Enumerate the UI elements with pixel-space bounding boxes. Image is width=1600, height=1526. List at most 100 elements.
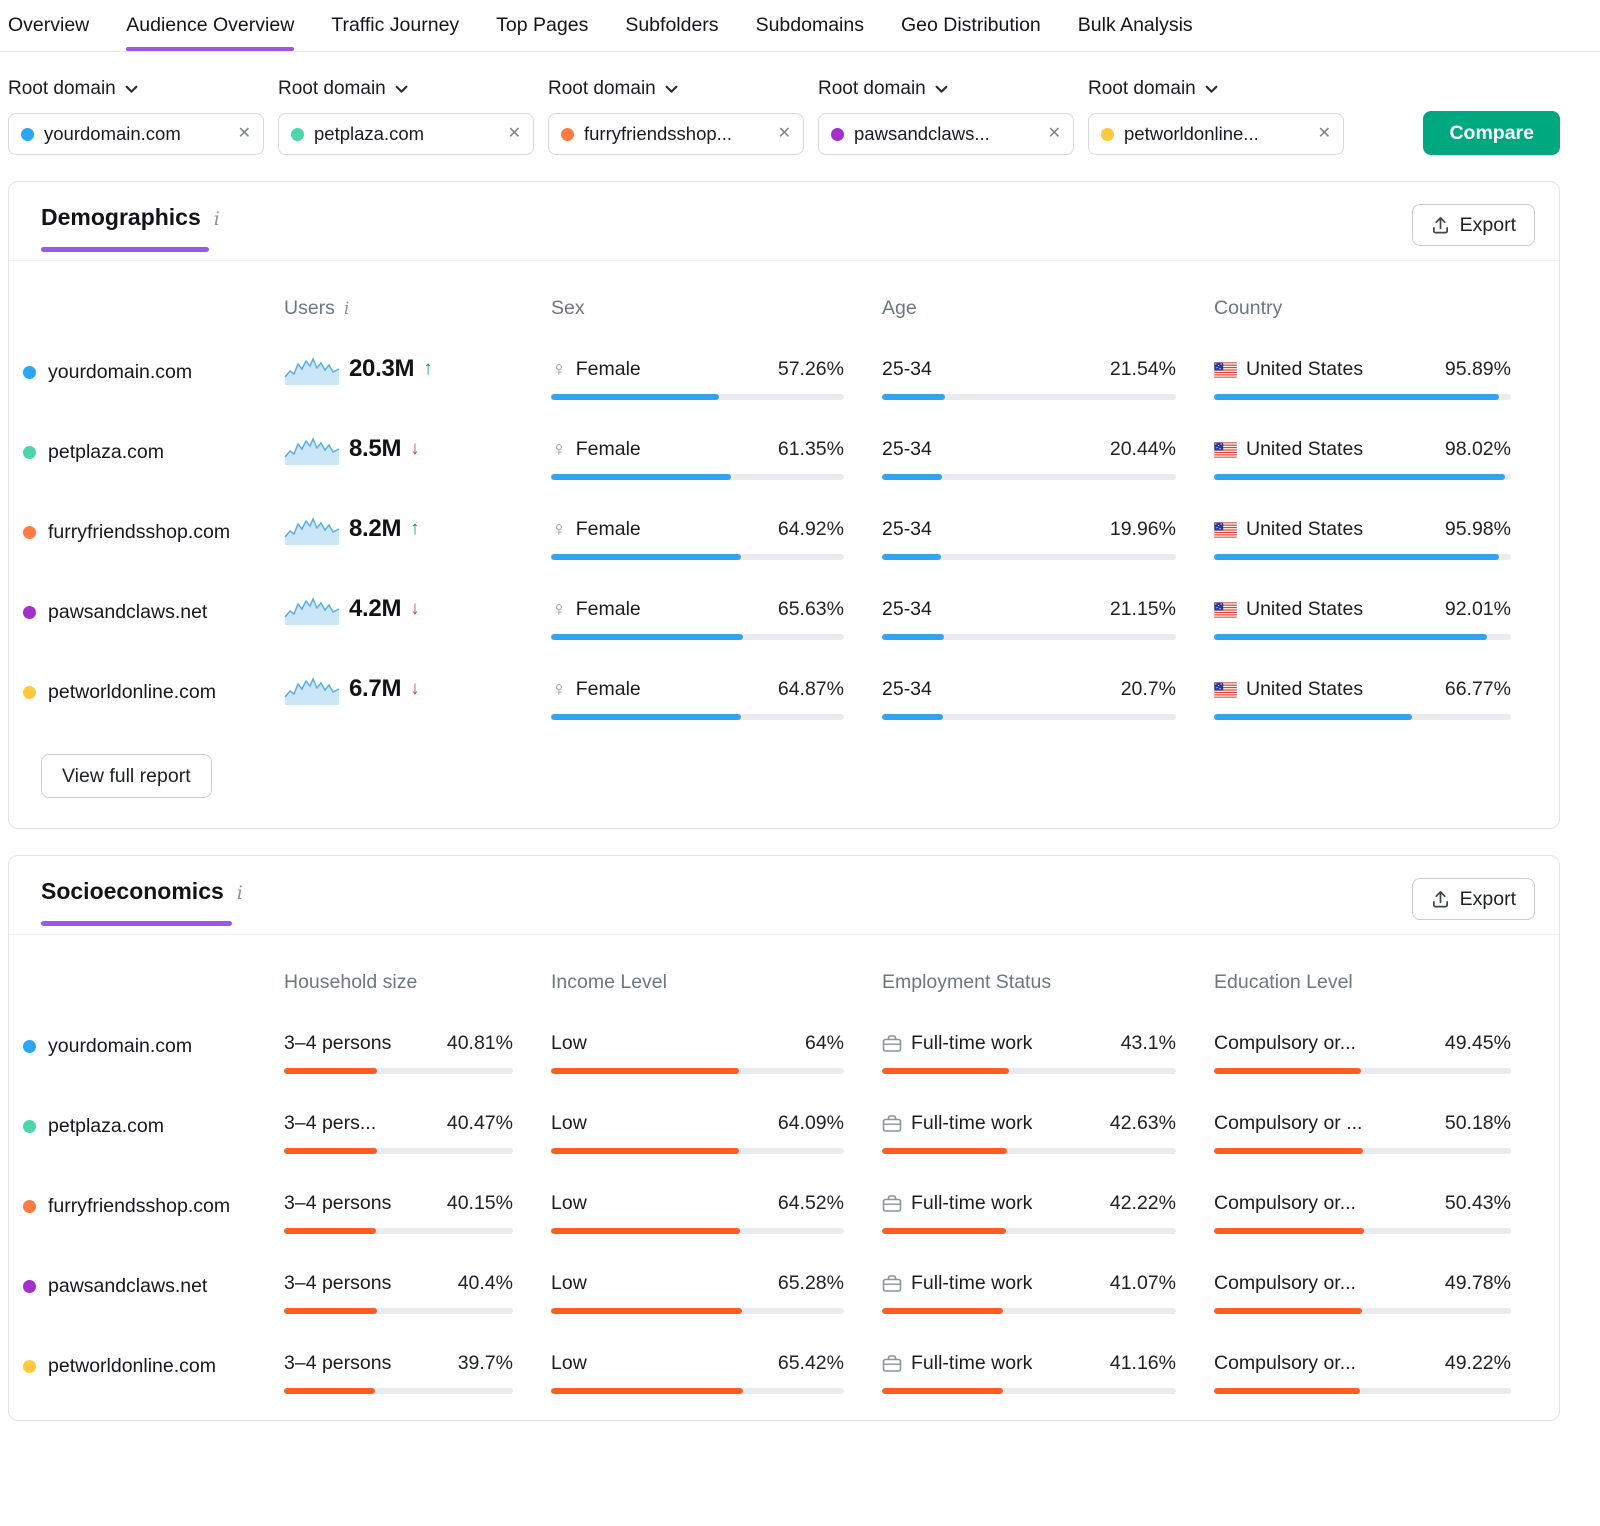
domain-chip[interactable]: pawsandclaws... ✕ xyxy=(818,113,1074,155)
users-cell: 4.2M ↓ xyxy=(284,592,551,626)
table-row: petplaza.com 3–4 pers... 40.47% Low 64.0… xyxy=(9,1112,1559,1154)
income-level-cell: Low 65.28% xyxy=(551,1272,882,1314)
employment-bar xyxy=(882,1068,1176,1074)
tab-geo-distribution[interactable]: Geo Distribution xyxy=(901,0,1041,51)
view-full-report-button[interactable]: View full report xyxy=(41,754,212,798)
info-icon[interactable]: i xyxy=(214,208,220,230)
income-value: 64.09% xyxy=(778,1112,844,1135)
domain-chip[interactable]: petworldonline... ✕ xyxy=(1088,113,1344,155)
table-row: furryfriendsshop.com 3–4 persons 40.15% … xyxy=(9,1192,1559,1234)
tab-subdomains[interactable]: Subdomains xyxy=(756,0,864,51)
education-label: Compulsory or... xyxy=(1214,1272,1356,1295)
close-icon[interactable]: ✕ xyxy=(778,126,791,142)
income-label: Low xyxy=(551,1032,587,1055)
country-cell: United States 98.02% xyxy=(1214,438,1511,480)
export-button[interactable]: Export xyxy=(1412,204,1535,246)
tab-bulk-analysis[interactable]: Bulk Analysis xyxy=(1078,0,1193,51)
household-bar xyxy=(284,1228,513,1234)
table-row: furryfriendsshop.com 8.2M ↑ ♀ Female 64.… xyxy=(9,518,1559,560)
education-bar xyxy=(1214,1308,1511,1314)
sex-label: Female xyxy=(576,438,641,461)
tab-overview[interactable]: Overview xyxy=(8,0,89,51)
domain-filter: Root domain petplaza.com ✕ xyxy=(278,78,534,155)
root-domain-dropdown[interactable]: Root domain xyxy=(278,78,534,100)
users-value: 4.2M xyxy=(349,595,401,623)
domain-color-dot xyxy=(23,1040,36,1053)
compare-button[interactable]: Compare xyxy=(1423,111,1560,155)
age-cell: 25-34 21.15% xyxy=(882,598,1214,640)
domain-chip[interactable]: yourdomain.com ✕ xyxy=(8,113,264,155)
root-domain-dropdown[interactable]: Root domain xyxy=(548,78,804,100)
briefcase-icon xyxy=(882,1114,902,1133)
close-icon[interactable]: ✕ xyxy=(1048,126,1061,142)
household-value: 40.15% xyxy=(447,1192,513,1215)
household-label: 3–4 pers... xyxy=(284,1112,376,1135)
info-icon[interactable]: i xyxy=(237,882,243,904)
briefcase-icon xyxy=(882,1354,902,1373)
education-bar xyxy=(1214,1068,1511,1074)
root-domain-dropdown[interactable]: Root domain xyxy=(8,78,264,100)
domain-color-dot xyxy=(23,1120,36,1133)
employment-value: 42.63% xyxy=(1110,1112,1176,1135)
trend-arrow-icon: ↑ xyxy=(423,358,433,380)
employment-label: Full-time work xyxy=(911,1112,1032,1135)
us-flag-icon xyxy=(1214,522,1237,538)
close-icon[interactable]: ✕ xyxy=(508,126,521,142)
female-icon: ♀ xyxy=(551,519,567,540)
income-bar xyxy=(551,1068,844,1074)
sex-value: 61.35% xyxy=(778,438,844,461)
age-bar xyxy=(882,714,1176,720)
age-cell: 25-34 20.44% xyxy=(882,438,1214,480)
household-label: 3–4 persons xyxy=(284,1032,391,1055)
tab-audience-overview[interactable]: Audience Overview xyxy=(126,0,294,51)
employment-bar xyxy=(882,1148,1176,1154)
domain-label: pawsandclaws.net xyxy=(23,598,284,624)
age-label: 25-34 xyxy=(882,438,932,461)
domain-label: petplaza.com xyxy=(23,438,284,464)
country-label: United States xyxy=(1246,598,1363,621)
root-domain-label: Root domain xyxy=(8,78,116,100)
root-domain-dropdown[interactable]: Root domain xyxy=(1088,78,1344,100)
age-label: 25-34 xyxy=(882,358,932,381)
users-sparkline xyxy=(284,432,340,466)
employment-label: Full-time work xyxy=(911,1032,1032,1055)
domain-filters: Root domain yourdomain.com ✕ Root domain… xyxy=(0,52,1600,155)
country-value: 92.01% xyxy=(1445,598,1511,621)
income-bar xyxy=(551,1228,844,1234)
close-icon[interactable]: ✕ xyxy=(1318,126,1331,142)
root-domain-dropdown[interactable]: Root domain xyxy=(818,78,1074,100)
age-label: 25-34 xyxy=(882,518,932,541)
sex-cell: ♀ Female 64.87% xyxy=(551,678,882,720)
sex-cell: ♀ Female 64.92% xyxy=(551,518,882,560)
domain-chip[interactable]: petplaza.com ✕ xyxy=(278,113,534,155)
domain-color-dot xyxy=(1101,128,1114,141)
tab-traffic-journey[interactable]: Traffic Journey xyxy=(331,0,459,51)
country-bar xyxy=(1214,634,1511,640)
close-icon[interactable]: ✕ xyxy=(238,126,251,142)
employment-status-cell: Full-time work 41.16% xyxy=(882,1352,1214,1394)
age-label: 25-34 xyxy=(882,598,932,621)
age-value: 20.44% xyxy=(1110,438,1176,461)
tab-subfolders[interactable]: Subfolders xyxy=(625,0,718,51)
education-level-cell: Compulsory or... 49.22% xyxy=(1214,1352,1511,1394)
domain-color-dot xyxy=(291,128,304,141)
education-label: Compulsory or ... xyxy=(1214,1112,1362,1135)
sex-bar xyxy=(551,634,844,640)
socioeconomics-card: Socioeconomics i Export Household size I… xyxy=(8,855,1560,1421)
info-icon[interactable]: i xyxy=(344,299,349,319)
education-value: 49.22% xyxy=(1445,1352,1511,1375)
export-button[interactable]: Export xyxy=(1412,878,1535,920)
domain-chip[interactable]: furryfriendsshop... ✕ xyxy=(548,113,804,155)
age-bar xyxy=(882,474,1176,480)
age-value: 21.15% xyxy=(1110,598,1176,621)
domain-color-dot xyxy=(23,446,36,459)
root-domain-label: Root domain xyxy=(278,78,386,100)
education-label: Compulsory or... xyxy=(1214,1032,1356,1055)
demographics-card: Demographics i Export Users i Sex Age Co… xyxy=(8,181,1560,829)
tab-top-pages[interactable]: Top Pages xyxy=(496,0,588,51)
chevron-down-icon xyxy=(1205,85,1218,94)
income-bar xyxy=(551,1148,844,1154)
trend-arrow-icon: ↓ xyxy=(410,678,420,700)
us-flag-icon xyxy=(1214,602,1237,618)
sex-bar xyxy=(551,554,844,560)
